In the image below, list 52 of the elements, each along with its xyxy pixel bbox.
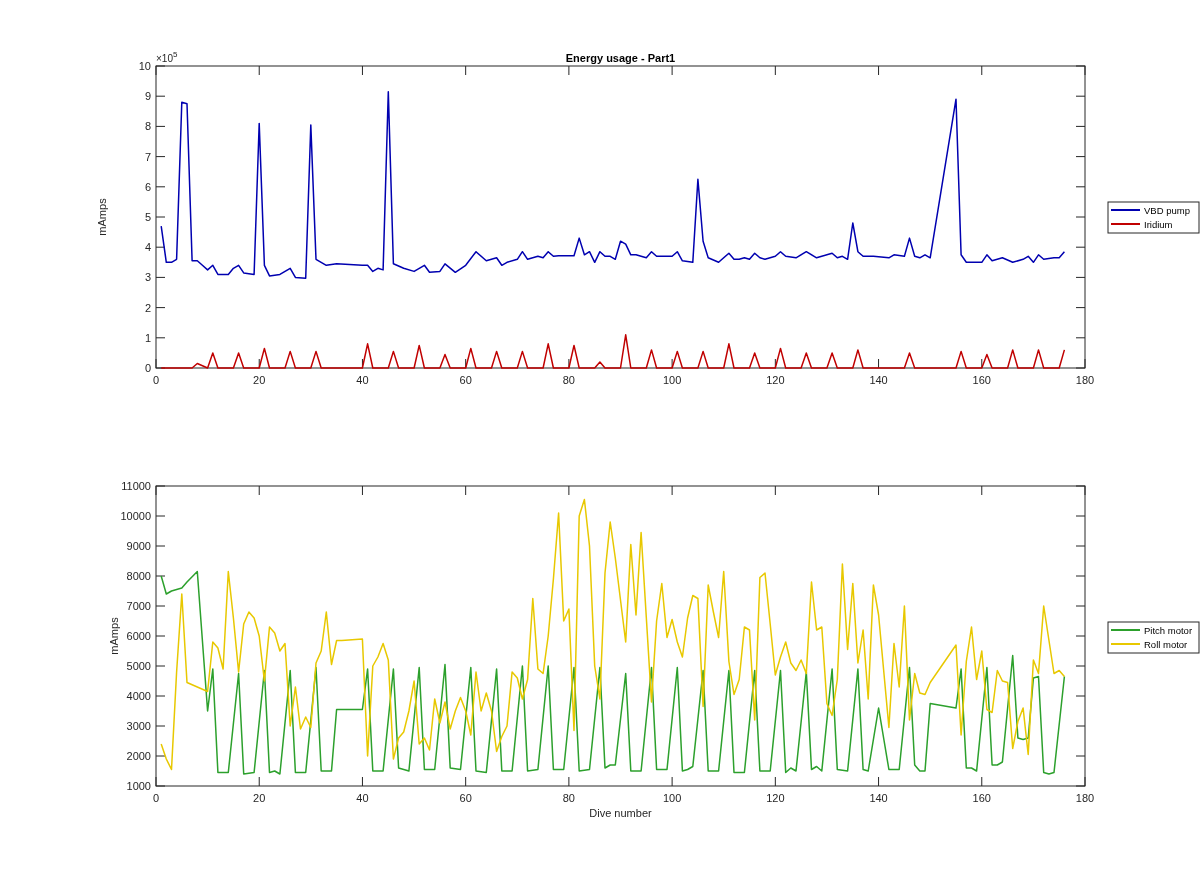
axis-title: Dive number: [589, 807, 652, 819]
tick-label: 80: [562, 792, 575, 804]
tick-label: 160: [972, 374, 991, 386]
exponent-power: 5: [173, 50, 178, 59]
tick-label: 11000: [121, 480, 151, 492]
tick-label: 1: [144, 331, 151, 344]
tick-label: 60: [459, 792, 472, 804]
tick-label: 0: [152, 374, 160, 386]
tick-label: 20: [253, 374, 266, 386]
legend-label: VBD pump: [1144, 205, 1190, 216]
tick-label: 100: [662, 374, 682, 386]
tick-label: 5000: [126, 660, 151, 672]
tick-label: 80: [562, 374, 575, 386]
tick-label: 10000: [120, 510, 151, 522]
tick-label: 120: [766, 374, 785, 386]
axis-exponent: ×10: [156, 53, 173, 64]
tick-label: 4: [144, 241, 151, 254]
tick-label: 180: [1075, 792, 1095, 804]
tick-label: 140: [869, 374, 888, 386]
tick-label: 2: [144, 301, 151, 314]
tick-label: 120: [766, 792, 785, 804]
tick-label: 1000: [126, 780, 151, 792]
tick-label: 40: [356, 792, 369, 804]
tick-label: 6: [144, 180, 151, 193]
axis-title: mAmps: [96, 198, 108, 236]
legend-label: Pitch motor: [1144, 625, 1193, 636]
chart-title: Energy usage - Part1: [565, 52, 676, 64]
tick-label: 40: [356, 374, 369, 386]
tick-label: 4000: [126, 690, 151, 702]
legend-label: Iridium: [1144, 219, 1173, 230]
tick-label: 3000: [126, 720, 151, 732]
tick-label: 8000: [126, 570, 151, 582]
tick-label: 20: [253, 792, 266, 804]
tick-label: 180: [1075, 374, 1095, 386]
tick-label: 9000: [126, 540, 151, 552]
legend-label: Roll motor: [1144, 639, 1188, 650]
tick-label: 7: [144, 150, 151, 163]
tick-label: 100: [662, 792, 682, 804]
tick-label: 2000: [126, 750, 151, 762]
axis-title: mAmps: [108, 617, 120, 655]
tick-label: 10: [138, 60, 151, 72]
tick-label: 8: [144, 120, 151, 133]
tick-label: 0: [152, 792, 160, 804]
tick-label: 0: [144, 362, 151, 374]
tick-label: 3: [144, 271, 151, 284]
tick-label: 5: [144, 211, 151, 223]
tick-label: 160: [972, 792, 991, 804]
tick-label: 7000: [126, 600, 151, 612]
tick-label: 140: [869, 792, 888, 804]
tick-label: 60: [459, 374, 472, 386]
tick-label: 9: [144, 90, 151, 103]
tick-label: 6000: [126, 630, 151, 642]
